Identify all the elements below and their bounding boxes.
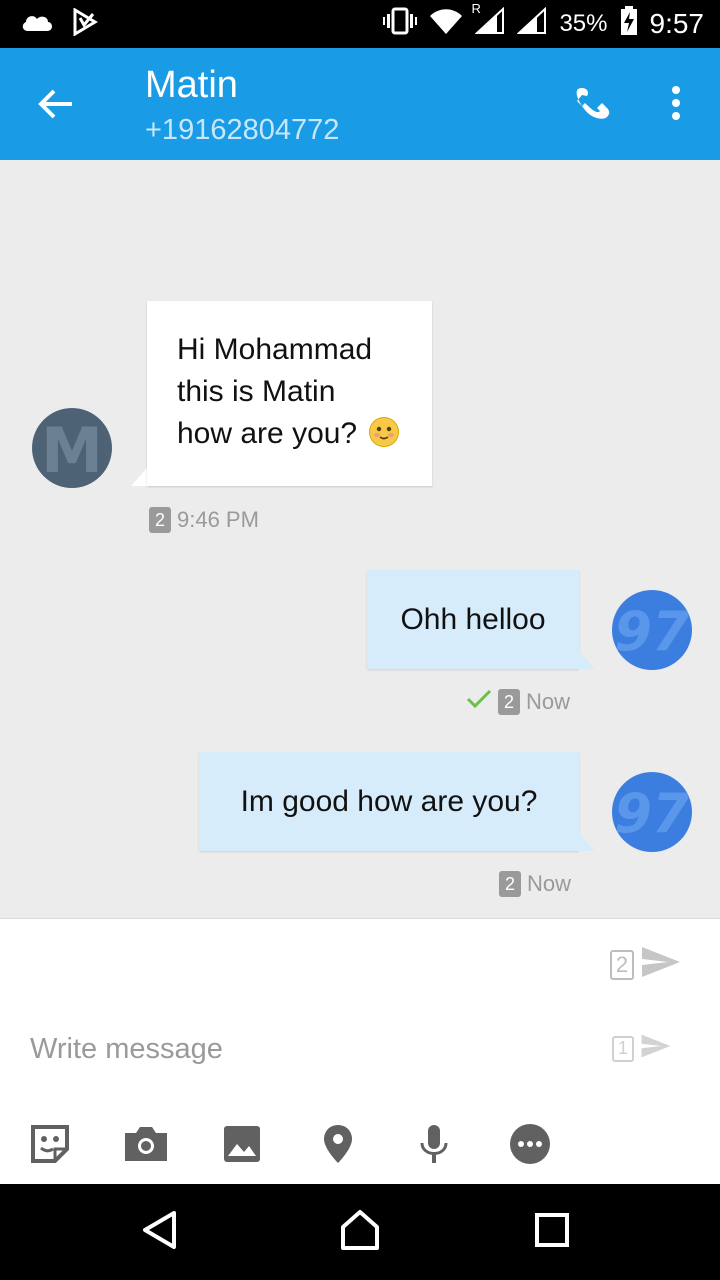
composer: 2 1 (0, 918, 720, 1184)
message-input[interactable] (30, 1025, 590, 1073)
sticker-icon (29, 1123, 71, 1170)
vibrate-icon (383, 7, 418, 40)
send-icon (640, 1033, 672, 1064)
avatar-glyph: 97 (614, 600, 690, 663)
bubble-tail (579, 833, 595, 851)
phone-icon (573, 83, 613, 128)
back-arrow-icon (38, 88, 74, 125)
navigation-bar (0, 1184, 720, 1280)
camera-button[interactable] (119, 1119, 173, 1173)
message-line-last: how are you? (177, 413, 402, 455)
clock: 9:57 (649, 7, 705, 39)
message-bubble-outgoing[interactable]: Ohh helloo (367, 570, 579, 669)
gallery-button[interactable] (215, 1119, 269, 1173)
nav-recents-button[interactable] (526, 1206, 578, 1258)
message-line: Hi Mohammad (177, 333, 373, 366)
location-icon (322, 1123, 354, 1170)
message-meta: 2 Now (466, 689, 570, 715)
roaming-indicator: R (471, 1, 481, 16)
contact-number[interactable]: +19162804772 (145, 114, 339, 147)
avatar-letter: M (41, 414, 103, 487)
avatar-glyph: 97 (614, 782, 690, 845)
recents-icon (534, 1212, 570, 1253)
cloud-icon (20, 11, 54, 38)
send-sim1-button[interactable]: 1 (612, 1033, 672, 1064)
user-avatar[interactable]: 97 (612, 772, 692, 852)
microphone-icon (418, 1123, 450, 1170)
battery-percent: 35% (559, 9, 608, 37)
signal-icon-2 (516, 6, 547, 40)
bubble-tail (131, 468, 147, 486)
sticker-button[interactable] (23, 1119, 77, 1173)
attachment-toolbar (0, 1119, 720, 1173)
sim-badge: 2 (610, 949, 634, 980)
play-store-icon (72, 7, 98, 41)
call-button[interactable] (566, 78, 620, 132)
nav-back-button[interactable] (134, 1206, 186, 1258)
camera-icon (123, 1125, 169, 1168)
smiley-emoji-icon (369, 417, 400, 447)
sim-badge: 2 (499, 871, 521, 897)
sim-badge: 1 (612, 1035, 634, 1062)
home-icon (339, 1209, 381, 1256)
voice-button[interactable] (407, 1119, 461, 1173)
message-line: this is Matin (177, 375, 336, 408)
delivered-check-icon (466, 689, 492, 715)
wifi-icon (429, 7, 463, 40)
sim-badge: 2 (149, 507, 171, 533)
message-meta: 2 9:46 PM (149, 507, 259, 533)
message-bubble-outgoing[interactable]: Im good how are you? (199, 752, 579, 851)
user-avatar[interactable]: 97 (612, 590, 692, 670)
more-attachments-button[interactable] (503, 1119, 557, 1173)
message-time: 9:46 PM (177, 507, 259, 532)
message-bubble-incoming[interactable]: Hi Mohammad this is Matin how are you? (147, 301, 432, 486)
status-bar: R 35% 9:57 (0, 0, 720, 48)
image-icon (222, 1124, 262, 1169)
signal-icon: R (471, 1, 505, 40)
battery-charging-icon (620, 6, 638, 41)
contact-name[interactable]: Matin (145, 64, 238, 107)
message-meta: 2 Now (499, 871, 571, 897)
contact-avatar[interactable]: M (32, 408, 112, 488)
status-right-icons: R 35% 9:57 (383, 1, 705, 41)
sim-badge: 2 (498, 689, 520, 715)
location-button[interactable] (311, 1119, 365, 1173)
app-bar: Matin +19162804772 (0, 48, 720, 160)
more-options-icon (509, 1123, 551, 1170)
message-text: Im good how are you? (240, 784, 538, 818)
nav-home-button[interactable] (334, 1206, 386, 1258)
status-left-icons (20, 7, 98, 41)
bubble-tail (579, 651, 595, 669)
message-time: Now (526, 689, 571, 714)
back-icon (140, 1210, 180, 1255)
back-button[interactable] (30, 80, 82, 132)
message-line: how are you? (177, 417, 358, 450)
more-options-button[interactable] (652, 78, 700, 132)
message-text: Ohh helloo (400, 602, 546, 636)
message-time: Now (527, 871, 572, 896)
send-sim2-button[interactable]: 2 (610, 945, 682, 984)
send-icon (640, 945, 682, 984)
more-vert-icon (671, 85, 681, 126)
chat-area[interactable]: M Hi Mohammad this is Matin how are you?… (0, 160, 720, 918)
